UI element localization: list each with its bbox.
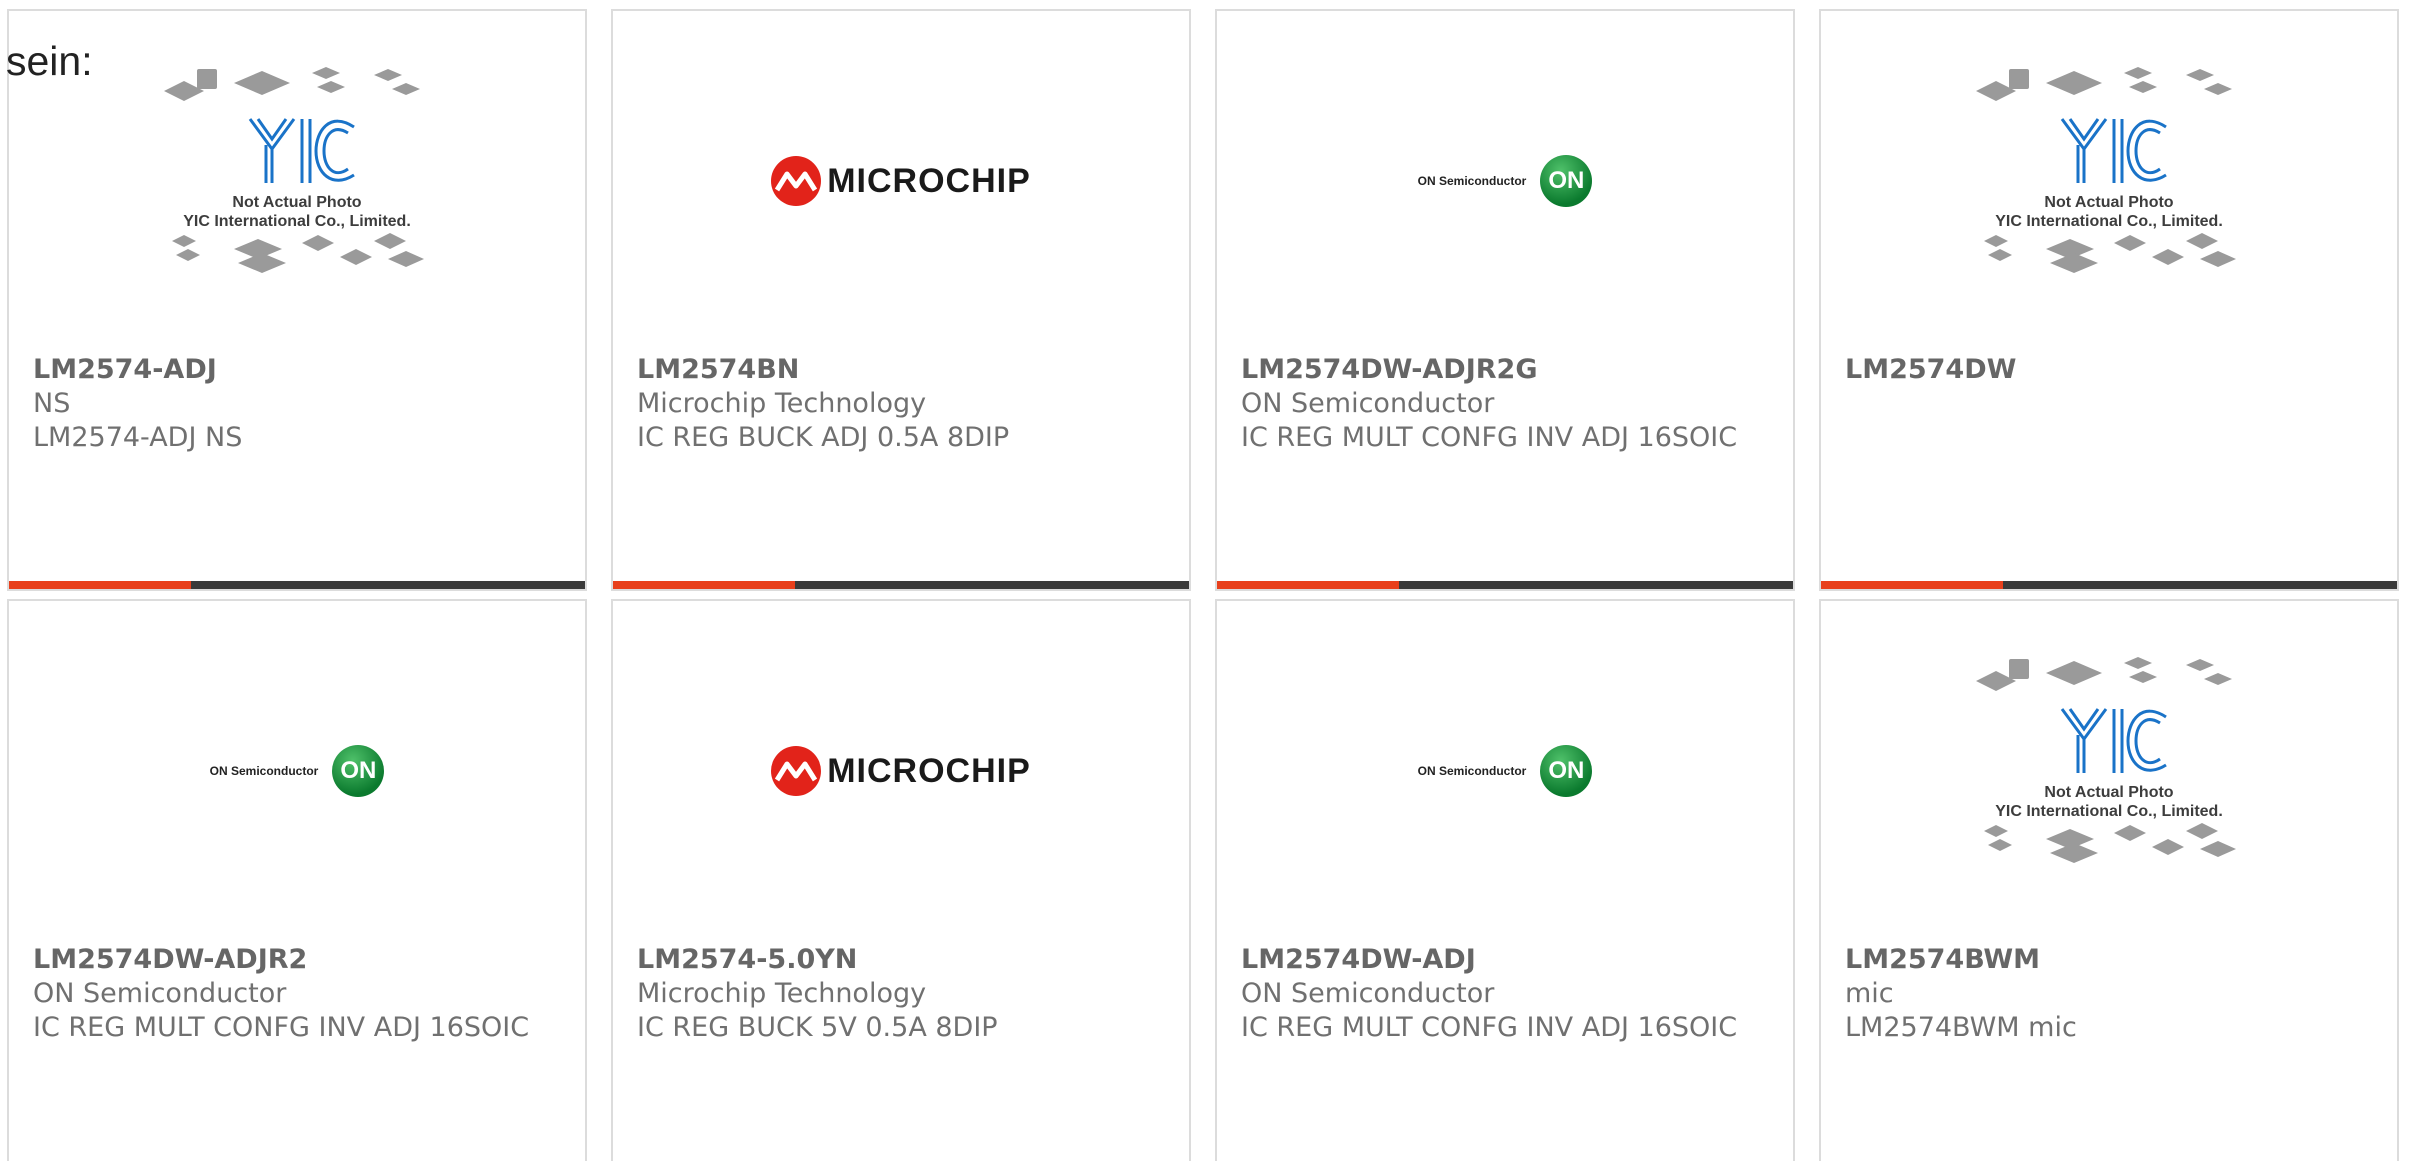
manufacturer-name: ON Semiconductor [33,978,287,1009]
placeholder-line2: YIC International Co., Limited. [183,213,411,230]
placeholder-caption: Not Actual Photo YIC International Co., … [1974,193,2244,231]
product-image[interactable]: Not Actual Photo YIC International Co., … [9,11,585,351]
on-badge-icon: ON [332,745,385,797]
product-image[interactable]: MICROCHIP [613,601,1189,941]
not-actual-photo-placeholder: Not Actual Photo YIC International Co., … [1974,651,2244,891]
product-card[interactable]: ON Semiconductor ON LM2574DW-ADJR2 ON Sem… [7,599,587,1161]
product-info: LM2574-5.0YN Microchip Technology IC REG B… [637,943,1165,1045]
manufacturer-name: Microchip Technology [637,388,927,419]
product-info: LM2574DW-ADJ ON Semiconductor IC REG MULT … [1241,943,1769,1045]
manufacturer-name: Microchip Technology [637,978,927,1009]
on-semiconductor-logo: ON Semiconductor ON [1418,155,1593,207]
card-accent-bar [613,581,1189,589]
on-semiconductor-wordmark: ON Semiconductor [1417,174,1527,188]
product-listing-page: sein: Not Actual Photo YIC International… [0,0,2410,1161]
part-number-link[interactable]: LM2574DW-ADJ [1241,943,1769,977]
product-info: LM2574-ADJ NS LM2574-ADJ NS [33,353,561,455]
card-accent-highlight [1821,581,2003,589]
product-description: IC REG MULT CONFG INV ADJ 16SOIC [1241,422,1738,453]
product-info: LM2574BN Microchip Technology IC REG BUCK … [637,353,1165,455]
product-image[interactable]: ON Semiconductor ON [9,601,585,941]
product-card[interactable]: Not Actual Photo YIC International Co., … [7,9,587,591]
product-image[interactable]: Not Actual Photo YIC International Co., … [1821,11,2397,351]
manufacturer-name: NS [33,388,71,419]
product-info: LM2574DW [1845,353,2373,387]
part-number-link[interactable]: LM2574DW-ADJR2 [33,943,561,977]
card-accent-highlight [1217,581,1399,589]
placeholder-line1: Not Actual Photo [232,194,362,211]
product-description: LM2574-ADJ NS [33,422,243,453]
part-number-link[interactable]: LM2574DW [1845,353,2373,387]
part-number-link[interactable]: LM2574-ADJ [33,353,561,387]
chip-packages-illustration [1976,657,2236,863]
microchip-logo: MICROCHIP [771,156,1031,206]
on-badge-icon: ON [1540,155,1593,207]
placeholder-line1: Not Actual Photo [2044,784,2174,801]
part-number-link[interactable]: LM2574DW-ADJR2G [1241,353,1769,387]
not-actual-photo-placeholder: Not Actual Photo YIC International Co., … [162,61,432,301]
card-accent-highlight [9,581,191,589]
product-card[interactable]: ON Semiconductor ON LM2574DW-ADJ ON Semic… [1215,599,1795,1161]
microchip-mark-icon [771,746,822,796]
product-description: IC REG MULT CONFG INV ADJ 16SOIC [33,1012,530,1043]
microchip-wordmark: MICROCHIP [827,161,1031,200]
manufacturer-name: ON Semiconductor [1241,388,1495,419]
part-number-link[interactable]: LM2574BWM [1845,943,2373,977]
on-badge-icon: ON [1540,745,1593,797]
part-number-link[interactable]: LM2574-5.0YN [637,943,1165,977]
chip-packages-illustration [164,67,424,273]
product-image[interactable]: ON Semiconductor ON [1217,601,1793,941]
manufacturer-name: mic [1845,978,1894,1009]
not-actual-photo-placeholder: Not Actual Photo YIC International Co., … [1974,61,2244,301]
microchip-mark-icon [771,156,822,206]
placeholder-line2: YIC International Co., Limited. [1995,213,2223,230]
product-info: LM2574BWM mic LM2574BWM mic [1845,943,2373,1045]
on-semiconductor-wordmark: ON Semiconductor [209,764,319,778]
card-accent-bar [1821,581,2397,589]
product-card[interactable]: MICROCHIP LM2574BN Microchip Technology IC… [611,9,1191,591]
card-accent-bar [9,581,585,589]
product-image[interactable]: Not Actual Photo YIC International Co., … [1821,601,2397,941]
product-description: LM2574BWM mic [1845,1012,2077,1043]
card-accent-highlight [613,581,795,589]
product-info: LM2574DW-ADJR2G ON Semiconductor IC REG MU… [1241,353,1769,455]
product-card[interactable]: Not Actual Photo YIC International Co., … [1819,9,2399,591]
product-image[interactable]: MICROCHIP [613,11,1189,351]
product-description: IC REG BUCK ADJ 0.5A 8DIP [637,422,1010,453]
product-card[interactable]: Not Actual Photo YIC International Co., … [1819,599,2399,1161]
microchip-wordmark: MICROCHIP [827,751,1031,790]
product-description: IC REG BUCK 5V 0.5A 8DIP [637,1012,998,1043]
on-semiconductor-logo: ON Semiconductor ON [1418,745,1593,797]
chip-packages-illustration [1976,67,2236,273]
product-card[interactable]: ON Semiconductor ON LM2574DW-ADJR2G ON Se… [1215,9,1795,591]
product-card[interactable]: MICROCHIP LM2574-5.0YN Microchip Technolo… [611,599,1191,1161]
placeholder-line1: Not Actual Photo [2044,194,2174,211]
placeholder-caption: Not Actual Photo YIC International Co., … [162,193,432,231]
placeholder-caption: Not Actual Photo YIC International Co., … [1974,783,2244,821]
product-info: LM2574DW-ADJR2 ON Semiconductor IC REG MUL… [33,943,561,1045]
card-accent-bar [1217,581,1793,589]
placeholder-line2: YIC International Co., Limited. [1995,803,2223,820]
on-semiconductor-wordmark: ON Semiconductor [1417,764,1527,778]
manufacturer-name: ON Semiconductor [1241,978,1495,1009]
part-number-link[interactable]: LM2574BN [637,353,1165,387]
on-semiconductor-logo: ON Semiconductor ON [210,745,385,797]
intro-text: sein: [6,38,93,84]
microchip-logo: MICROCHIP [771,746,1031,796]
product-description: IC REG MULT CONFG INV ADJ 16SOIC [1241,1012,1738,1043]
product-image[interactable]: ON Semiconductor ON [1217,11,1793,351]
product-grid: Not Actual Photo YIC International Co., … [7,9,2399,1161]
